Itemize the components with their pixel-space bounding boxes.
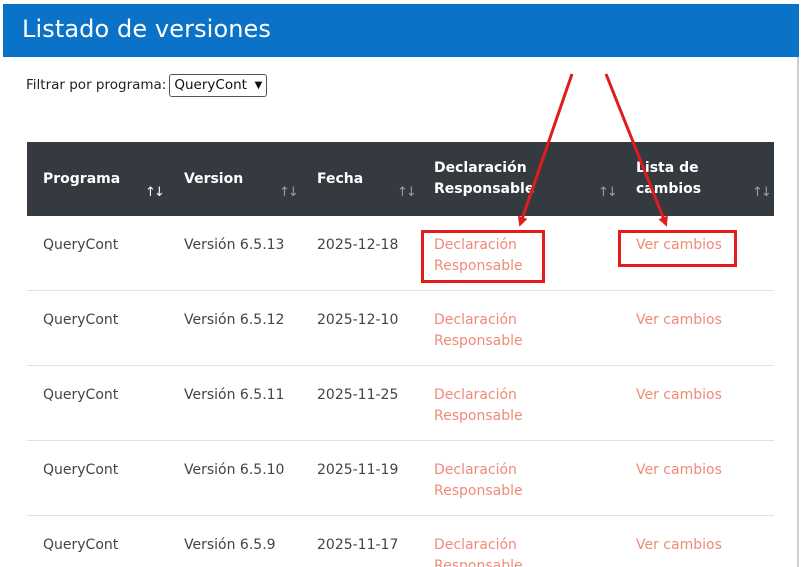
column-header-cambios[interactable]: Lista de cambios (636, 142, 726, 216)
program-filter-value: QueryCont (174, 77, 247, 93)
annotation-box-declaracion (421, 230, 545, 283)
table-row: QueryCont Versión 6.5.11 2025-11-25 Decl… (27, 366, 774, 441)
cell-programa: QueryCont (43, 537, 119, 553)
cell-version: Versión 6.5.12 (184, 312, 285, 328)
content-border (797, 57, 799, 567)
cell-version: Versión 6.5.11 (184, 387, 285, 403)
cell-fecha: 2025-12-18 (317, 237, 399, 253)
annotation-box-cambios (618, 230, 737, 267)
declaracion-link[interactable]: Declaración Responsable (434, 310, 544, 352)
page-header: Listado de versiones (3, 4, 799, 57)
table-row: QueryCont Versión 6.5.12 2025-12-10 Decl… (27, 291, 774, 366)
column-header-version[interactable]: Version (184, 142, 284, 216)
sort-active-icon[interactable]: ↑↓ (145, 185, 165, 200)
column-header-label: Version (184, 170, 244, 187)
cell-version: Versión 6.5.10 (184, 462, 285, 478)
program-filter-select[interactable]: QueryCont ▼ (169, 73, 268, 97)
declaracion-link[interactable]: Declaración Responsable (434, 460, 544, 502)
ver-cambios-link[interactable]: Ver cambios (636, 460, 722, 481)
column-header-declaracion[interactable]: Declaración Responsable (434, 142, 544, 216)
ver-cambios-link[interactable]: Ver cambios (636, 385, 722, 406)
versions-table: Programa ↑↓ Version ↑↓ Fecha ↑↓ Declarac… (27, 142, 774, 567)
column-header-label: Lista de cambios (636, 160, 702, 197)
table-header: Programa ↑↓ Version ↑↓ Fecha ↑↓ Declarac… (27, 142, 774, 216)
ver-cambios-link[interactable]: Ver cambios (636, 310, 722, 331)
cell-fecha: 2025-11-19 (317, 462, 399, 478)
cell-fecha: 2025-12-10 (317, 312, 399, 328)
page-frame: Listado de versiones Filtrar por program… (0, 0, 806, 567)
cell-programa: QueryCont (43, 237, 119, 253)
filter-row: Filtrar por programa: QueryCont ▼ (26, 73, 268, 97)
page-title: Listado de versiones (22, 15, 272, 43)
cell-programa: QueryCont (43, 312, 119, 328)
declaracion-link[interactable]: Declaración Responsable (434, 535, 544, 567)
column-header-label: Programa (43, 170, 121, 187)
ver-cambios-link[interactable]: Ver cambios (636, 535, 722, 556)
declaracion-link[interactable]: Declaración Responsable (434, 385, 544, 427)
filter-label: Filtrar por programa: (26, 77, 167, 93)
cell-version: Versión 6.5.9 (184, 537, 276, 553)
table-row: QueryCont Versión 6.5.10 2025-11-19 Decl… (27, 441, 774, 516)
column-header-label: Declaración Responsable (434, 160, 535, 197)
column-header-fecha[interactable]: Fecha (317, 142, 407, 216)
sort-icon[interactable]: ↑↓ (279, 185, 299, 200)
sort-icon[interactable]: ↑↓ (598, 185, 618, 200)
cell-programa: QueryCont (43, 462, 119, 478)
cell-fecha: 2025-11-17 (317, 537, 399, 553)
column-header-label: Fecha (317, 170, 364, 187)
table-row: QueryCont Versión 6.5.9 2025-11-17 Decla… (27, 516, 774, 567)
sort-icon[interactable]: ↑↓ (752, 185, 772, 200)
cell-fecha: 2025-11-25 (317, 387, 399, 403)
chevron-down-icon: ▼ (254, 79, 263, 91)
cell-programa: QueryCont (43, 387, 119, 403)
column-header-programa[interactable]: Programa (43, 142, 163, 216)
sort-icon[interactable]: ↑↓ (397, 185, 417, 200)
cell-version: Versión 6.5.13 (184, 237, 285, 253)
